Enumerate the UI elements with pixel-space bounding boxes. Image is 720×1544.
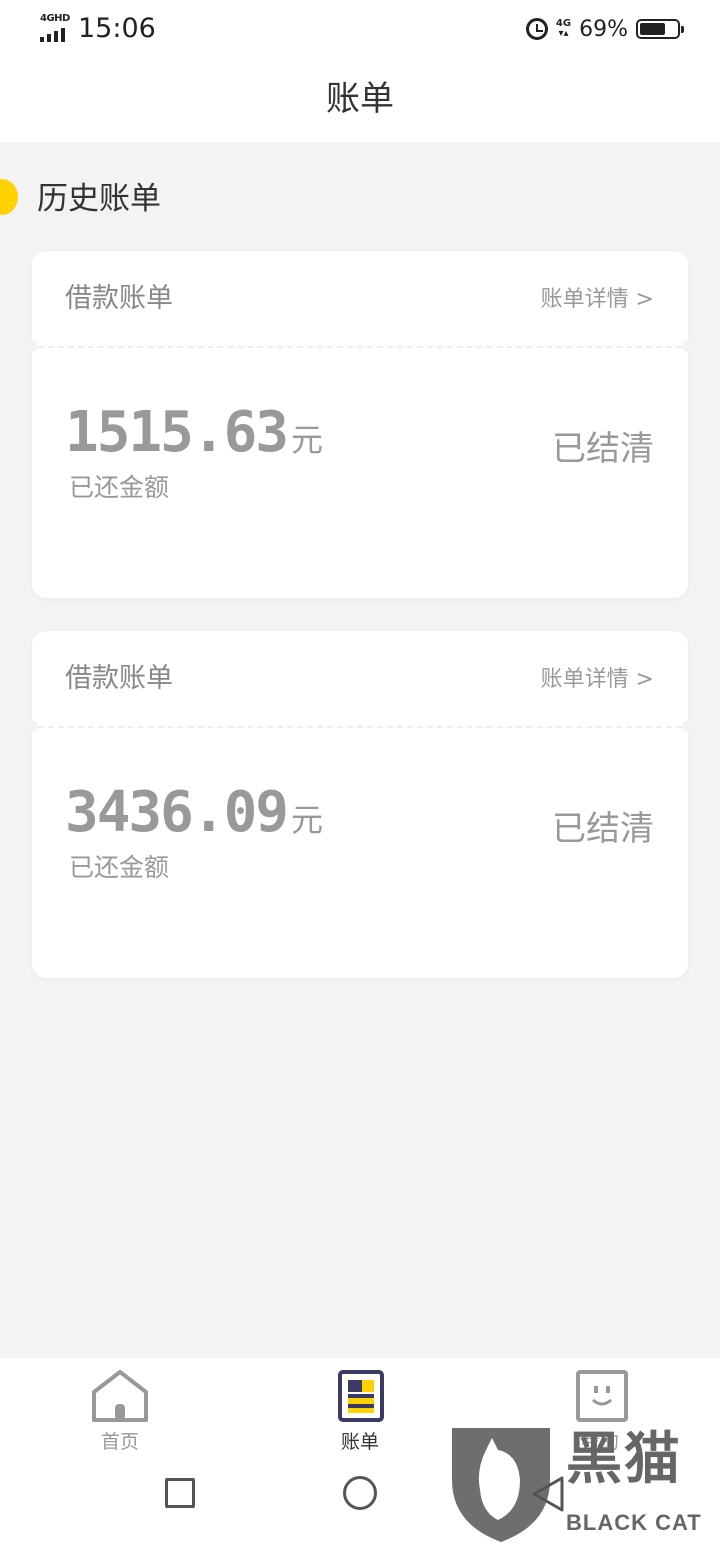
bill-icon	[338, 1370, 384, 1422]
battery-icon	[636, 19, 684, 39]
status-bar: 4GHD 15:06 4G ▾▴ 69%	[0, 0, 720, 58]
watermark: 黑猫 BLACK CAT	[446, 1420, 720, 1544]
recent-apps-button[interactable]	[165, 1478, 195, 1508]
app-header: 账单	[0, 58, 720, 142]
status-time: 15:06	[78, 13, 156, 44]
bill-detail-link[interactable]: 账单详情 >	[541, 665, 654, 695]
profile-icon	[576, 1370, 628, 1422]
watermark-subtext: BLACK CAT	[566, 1510, 702, 1535]
bill-status: 已结清	[552, 809, 654, 849]
amount-unit: 元	[291, 421, 324, 459]
bill-card-header: 借款账单 账单详情 >	[32, 631, 688, 727]
repaid-amount-label: 已还金额	[69, 473, 170, 502]
repaid-amount: 1515.63	[65, 400, 289, 465]
card-notch	[682, 720, 694, 732]
amount-unit: 元	[291, 801, 324, 839]
card-divider	[38, 346, 682, 348]
alarm-icon	[525, 18, 548, 40]
bill-card[interactable]: 借款账单 账单详情 > 1515.63 元 已还金额 已结清	[26, 251, 694, 598]
bill-card[interactable]: 借款账单 账单详情 > 3436.09 元 已还金额 已结清	[26, 631, 694, 978]
bill-type: 借款账单	[65, 283, 173, 314]
black-cat-logo-icon	[452, 1428, 550, 1542]
card-notch	[26, 720, 38, 732]
card-divider	[38, 726, 682, 728]
battery-percent: 69%	[579, 16, 628, 42]
bill-card-header: 借款账单 账单详情 >	[32, 251, 688, 347]
nav-item-bills[interactable]: 账单	[290, 1368, 430, 1458]
nav-label: 账单	[340, 1431, 379, 1453]
repaid-amount-label: 已还金额	[69, 853, 170, 882]
page-title: 账单	[326, 79, 394, 119]
home-icon	[92, 1370, 148, 1422]
section-title: 历史账单	[37, 181, 161, 217]
network-type: 4GHD	[40, 13, 70, 24]
bill-type: 借款账单	[65, 663, 173, 694]
data-network-icon: 4G ▾▴	[555, 18, 572, 39]
home-button[interactable]	[343, 1476, 377, 1510]
repaid-amount: 3436.09	[65, 780, 289, 845]
card-notch	[26, 340, 38, 352]
nav-item-home[interactable]: 首页	[50, 1368, 190, 1458]
nav-label: 首页	[100, 1431, 139, 1453]
watermark-text: 黑猫	[566, 1427, 682, 1492]
card-notch	[682, 340, 694, 352]
bill-status: 已结清	[552, 429, 654, 469]
signal-icon: 4GHD	[40, 13, 72, 42]
section-indicator-dot	[0, 179, 18, 215]
bill-detail-link[interactable]: 账单详情 >	[541, 285, 654, 315]
